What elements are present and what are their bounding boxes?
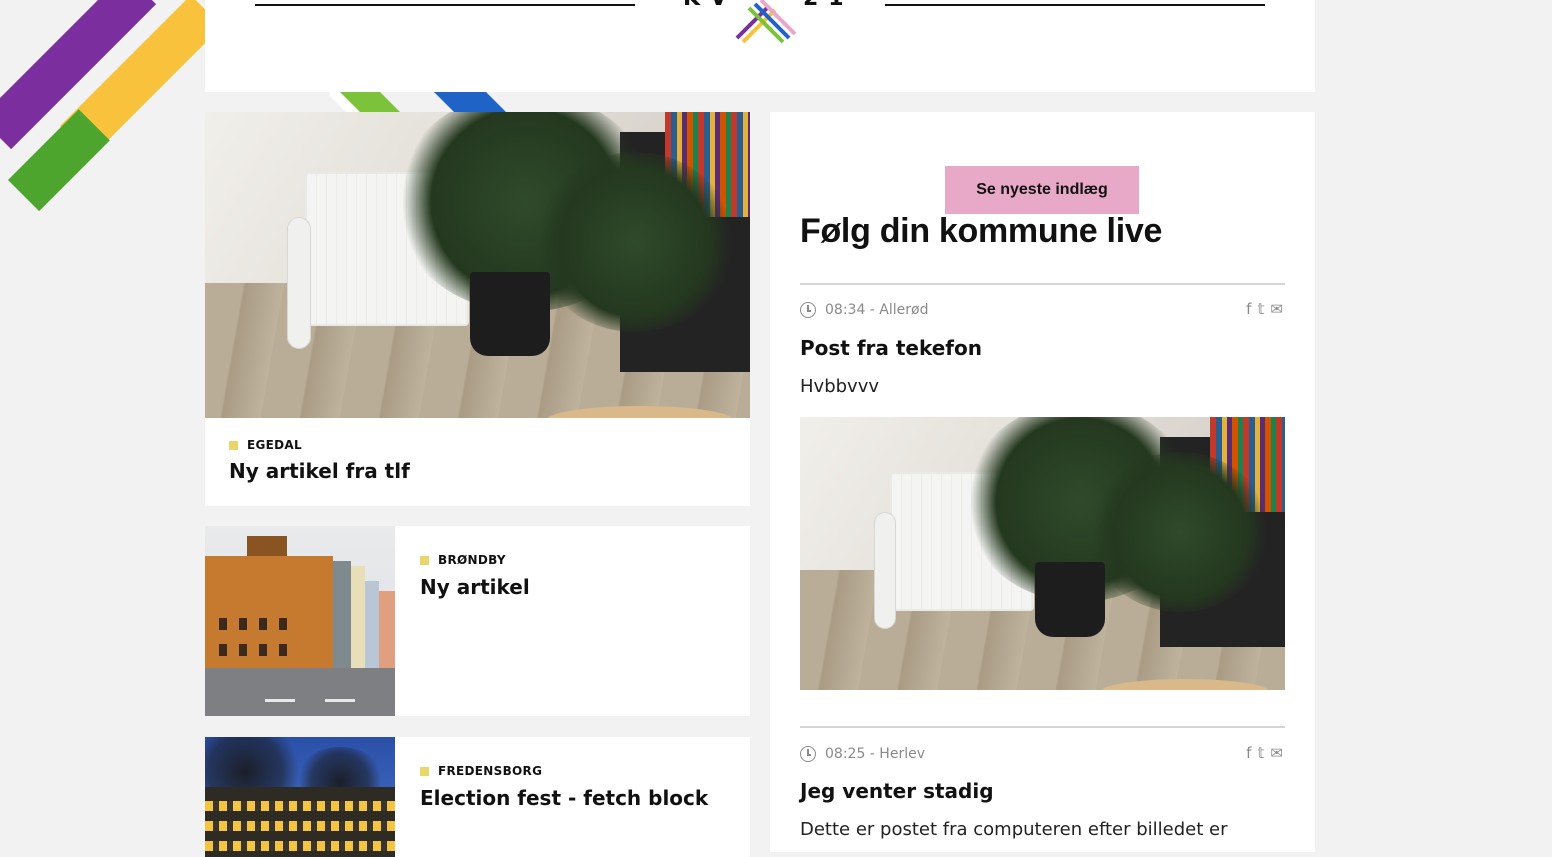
municipality-label: FREDENSBORG (438, 764, 543, 778)
post-body: Dette er postet fra computeren efter bil… (800, 819, 1228, 840)
article-municipality-tag: FREDENSBORG (420, 764, 542, 778)
post-title[interactable]: Post fra tekefon (800, 336, 982, 360)
article-municipality-tag: EGEDAL (229, 438, 302, 452)
clock-icon (800, 302, 816, 318)
article-title[interactable]: Election fest - fetch block (420, 786, 708, 810)
post-time-location: 08:34 - Allerød (825, 302, 929, 318)
live-feed-panel: Se nyeste indlæg Følg din kommune live 0… (770, 112, 1315, 852)
post-body: Hvbbvvv (800, 376, 879, 397)
tag-marker (420, 766, 429, 776)
article-title[interactable]: Ny artikel (420, 575, 530, 599)
twitter-icon[interactable]: 𝕥 (1257, 302, 1264, 317)
blue-accent (434, 92, 506, 112)
article-title[interactable]: Ny artikel fra tlf (229, 459, 410, 483)
post-divider (800, 283, 1285, 285)
newest-posts-button[interactable]: Se nyeste indlæg (945, 166, 1139, 214)
facebook-icon[interactable]: f (1246, 746, 1251, 761)
mail-icon[interactable]: ✉ (1270, 746, 1283, 761)
share-links: f 𝕥 ✉ (1246, 746, 1283, 761)
header-accent-stripes (330, 92, 530, 112)
live-feed-heading: Følg din kommune live (800, 212, 1163, 250)
post-title[interactable]: Jeg venter stadig (800, 779, 994, 803)
post-time-location: 08:25 - Herlev (825, 746, 925, 762)
twitter-icon[interactable]: 𝕥 (1257, 746, 1264, 761)
header-rule-left (255, 4, 635, 6)
article-card-featured[interactable]: EGEDAL Ny artikel fra tlf (205, 112, 750, 506)
post-meta: 08:34 - Allerød (800, 302, 928, 318)
post-meta: 08:25 - Herlev (800, 746, 925, 762)
header-rule-right (885, 4, 1265, 6)
article-card[interactable]: BRØNDBY Ny artikel (205, 526, 750, 716)
municipality-label: BRØNDBY (438, 553, 506, 567)
municipality-label: EGEDAL (247, 438, 302, 452)
article-image[interactable] (205, 526, 395, 716)
mail-icon[interactable]: ✉ (1270, 302, 1283, 317)
logo-mark-icon (735, 0, 797, 44)
tag-marker (229, 440, 238, 450)
site-logo[interactable]: KV 21 (675, 0, 845, 46)
article-image[interactable] (205, 112, 750, 418)
article-image[interactable] (205, 737, 395, 857)
logo-text-right: 21 (803, 0, 854, 11)
decorative-stripes (0, 0, 220, 230)
article-card[interactable]: FREDENSBORG Election fest - fetch block (205, 737, 750, 857)
tag-marker (420, 555, 429, 565)
clock-icon (800, 746, 816, 762)
post-divider (800, 726, 1285, 728)
post-image[interactable] (800, 417, 1285, 690)
article-municipality-tag: BRØNDBY (420, 553, 506, 567)
facebook-icon[interactable]: f (1246, 302, 1251, 317)
share-links: f 𝕥 ✉ (1246, 302, 1283, 317)
site-header: KV 21 (205, 0, 1315, 92)
